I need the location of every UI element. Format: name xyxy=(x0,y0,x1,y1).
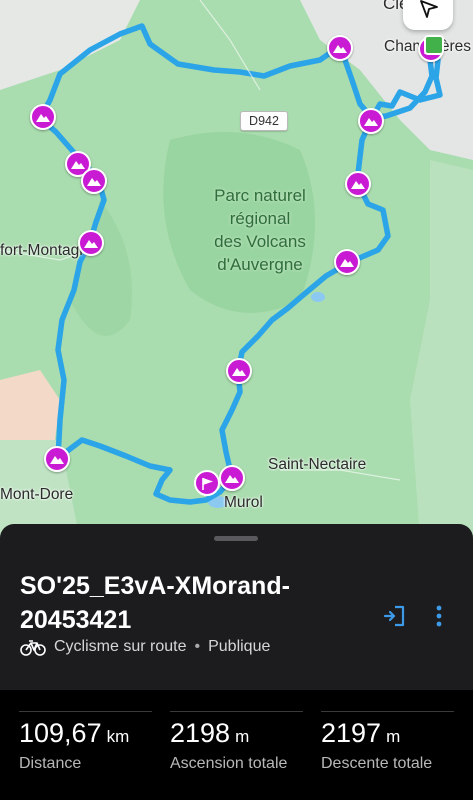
map-label-murol: Murol xyxy=(224,494,263,511)
activity-type: Cyclisme sur route xyxy=(54,638,187,655)
road-shield: D942 xyxy=(240,111,288,131)
stat-label: Descente totale xyxy=(321,755,433,772)
climb-marker[interactable] xyxy=(30,104,56,130)
mountain-icon xyxy=(333,45,347,53)
mountain-icon xyxy=(84,240,98,248)
park-name-line: d'Auvergne xyxy=(217,255,303,274)
navigate-icon[interactable] xyxy=(381,603,407,629)
park-name-line: Parc naturel xyxy=(214,186,306,205)
stat-label: Distance xyxy=(19,755,82,772)
divider xyxy=(170,711,303,712)
stat-value: 2197 m xyxy=(321,718,401,748)
locate-button[interactable] xyxy=(403,0,453,30)
stat-value: 109,67 km xyxy=(19,718,130,748)
mountain-icon xyxy=(71,161,85,169)
map-label-mont-dore: Mont-Dore xyxy=(0,486,74,503)
sheet-drag-handle[interactable] xyxy=(214,536,258,541)
map-view[interactable]: Cle Chamalières Saint-Nectaire Murol Mon… xyxy=(0,0,473,540)
climb-marker[interactable] xyxy=(334,249,360,275)
divider xyxy=(321,711,454,712)
park-name-line: régional xyxy=(229,209,291,228)
stats-panel: 109,67 km Distance 2198 m Ascension totale… xyxy=(0,690,473,800)
mountain-icon xyxy=(364,118,378,126)
climb-marker[interactable] xyxy=(78,230,104,256)
locate-arrow-icon xyxy=(420,0,438,18)
route-title: SO'25_E3vA-XMorand-20453421 xyxy=(20,572,290,634)
more-options-icon[interactable] xyxy=(430,603,448,629)
mountain-icon xyxy=(50,456,64,464)
climb-marker[interactable] xyxy=(226,358,252,384)
climb-marker[interactable] xyxy=(358,108,384,134)
route-details-sheet: SO'25_E3vA-XMorand-20453421 Cyclisme sur… xyxy=(0,524,473,800)
climb-marker[interactable] xyxy=(44,446,70,472)
park-name-line: des Volcans xyxy=(214,232,306,251)
mountain-icon xyxy=(87,178,101,186)
map-label-saint-nectaire: Saint-Nectaire xyxy=(268,456,367,473)
activity-row: Cyclisme sur route • Publique xyxy=(20,638,270,656)
park-name: Parc naturel régional des Volcans d'Auve… xyxy=(180,184,340,276)
stat-value: 2198 m xyxy=(170,718,250,748)
mountain-icon xyxy=(225,475,239,483)
finish-marker[interactable] xyxy=(194,470,220,496)
mountain-icon xyxy=(351,181,365,189)
separator: • xyxy=(194,638,201,655)
mountain-icon xyxy=(340,259,354,267)
climb-marker[interactable] xyxy=(327,35,353,61)
visibility-label: Publique xyxy=(208,638,271,655)
stat-label: Ascension totale xyxy=(170,755,288,772)
divider xyxy=(19,711,152,712)
climb-marker[interactable] xyxy=(219,465,245,491)
bike-icon xyxy=(20,640,46,656)
climb-marker[interactable] xyxy=(81,168,107,194)
climb-marker[interactable] xyxy=(345,171,371,197)
start-marker[interactable] xyxy=(424,35,444,55)
mountain-icon xyxy=(232,368,246,376)
mountain-icon xyxy=(36,114,50,122)
flag-icon xyxy=(202,478,213,490)
